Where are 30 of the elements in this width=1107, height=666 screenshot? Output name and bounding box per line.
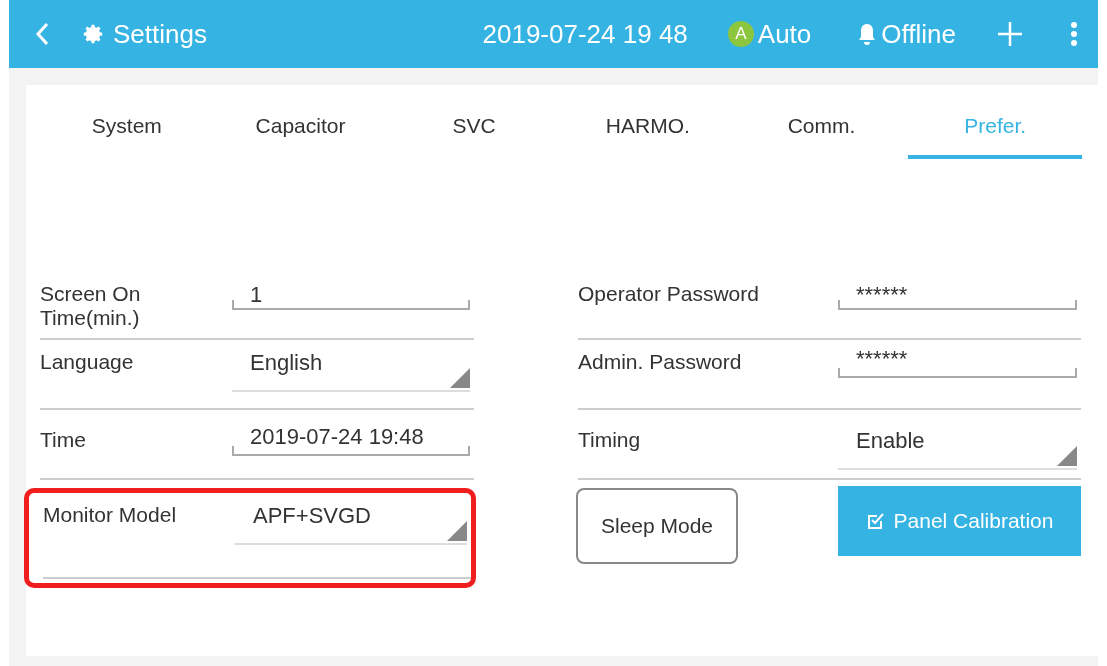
more-icon[interactable] (1070, 21, 1078, 47)
field-label: Language (40, 349, 135, 375)
sleep-mode-button[interactable]: Sleep Mode (576, 488, 738, 564)
field-label: Screen On Time(min.) (40, 281, 142, 331)
dropdown-arrow-icon (450, 368, 470, 388)
connection-status: Offline (881, 17, 956, 51)
tab[interactable]: Comm. (734, 105, 909, 159)
field-label: Time (40, 427, 87, 453)
dropdown[interactable]: English (232, 340, 470, 392)
tab[interactable]: Capacitor (213, 105, 388, 159)
back-icon[interactable] (35, 22, 49, 46)
dropdown-arrow-icon (447, 521, 467, 541)
date-time: 2019-07-24 19 48 (482, 17, 688, 51)
field-label: Admin. Password (578, 349, 743, 375)
dropdown[interactable]: APF+SVGD (235, 493, 467, 545)
dropdown-arrow-icon (1057, 446, 1077, 466)
tab[interactable]: SVC (387, 105, 561, 159)
page-title: Settings (113, 17, 207, 51)
tab[interactable]: HARMO. (561, 105, 735, 159)
plus-icon[interactable] (996, 20, 1024, 48)
checkbox-icon (865, 511, 886, 531)
dropdown[interactable]: Enable (838, 418, 1077, 470)
field-label: Operator Password (578, 281, 760, 307)
tab[interactable]: System (40, 105, 214, 159)
bell-icon (857, 22, 878, 46)
field-label: Timing (578, 427, 642, 453)
field-label: Monitor Model (43, 502, 178, 528)
mode-status: Auto (757, 17, 812, 51)
mode-badge: A (727, 21, 754, 47)
gear-icon (83, 23, 105, 45)
